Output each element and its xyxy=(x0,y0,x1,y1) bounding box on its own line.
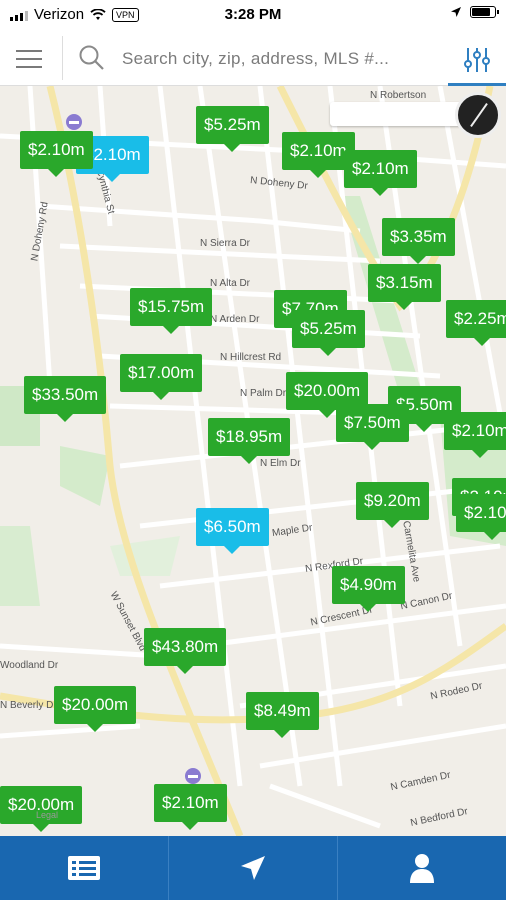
listing-marker[interactable]: $43.80m xyxy=(144,628,227,674)
map-view[interactable]: N Robertson N Doheny Dr N Sierra Dr N Al… xyxy=(0,86,506,836)
hotel-poi-icon: ▬ xyxy=(66,114,82,130)
menu-button[interactable] xyxy=(12,44,46,72)
listing-marker[interactable]: $3.15m xyxy=(368,264,441,310)
filter-sliders-icon xyxy=(464,48,490,72)
listing-marker[interactable]: $6.50m xyxy=(196,508,269,554)
street-label: N Hillcrest Rd xyxy=(220,352,282,363)
listing-marker[interactable]: $2.10m xyxy=(444,412,506,458)
search-header xyxy=(0,30,506,86)
listing-marker[interactable]: $17.00m xyxy=(120,354,203,400)
user-icon xyxy=(410,854,434,883)
listing-marker[interactable]: $2.25m xyxy=(446,300,506,346)
status-right xyxy=(450,6,499,18)
divider xyxy=(62,36,63,80)
search-icon xyxy=(79,45,104,70)
street-label: N Beverly Dr xyxy=(0,700,57,711)
listing-marker[interactable]: $2.10m xyxy=(20,131,93,177)
listing-marker[interactable]: $4.90m xyxy=(332,566,405,612)
street-label: N Palm Dr xyxy=(240,388,287,399)
listing-marker[interactable]: $5.25m xyxy=(292,310,365,356)
listing-marker[interactable]: $5.25m xyxy=(196,106,269,152)
status-bar: Verizon VPN 3:28 PM xyxy=(0,0,506,30)
filter-button[interactable] xyxy=(448,36,506,86)
tab-nearby[interactable] xyxy=(169,836,338,900)
listing-marker[interactable]: $2.10m xyxy=(154,784,227,830)
listing-marker[interactable]: $8.49m xyxy=(246,692,319,738)
listing-marker[interactable]: $9.20m xyxy=(356,482,429,528)
street-label: N Arden Dr xyxy=(210,314,260,325)
map-legal-link[interactable]: Legal xyxy=(36,810,58,820)
battery-icon xyxy=(470,6,499,18)
battery-level xyxy=(472,8,491,16)
listing-marker[interactable]: $15.75m xyxy=(130,288,213,334)
street-label: N Elm Dr xyxy=(260,458,301,469)
bottom-tab-bar xyxy=(0,836,506,900)
hamburger-icon xyxy=(12,50,46,68)
clock: 3:28 PM xyxy=(224,6,282,23)
listing-marker[interactable]: $20.00m xyxy=(54,686,137,732)
list-icon xyxy=(68,856,100,880)
tab-account[interactable] xyxy=(338,836,506,900)
compass-icon[interactable] xyxy=(455,92,501,138)
search-input[interactable] xyxy=(120,44,424,74)
street-label: Woodland Dr xyxy=(0,660,59,671)
listing-marker[interactable]: $7.50m xyxy=(336,404,409,450)
location-services-icon xyxy=(451,7,461,17)
hotel-poi-icon: ▬ xyxy=(185,768,201,784)
listing-marker[interactable]: $18.95m xyxy=(208,418,291,464)
location-arrow-icon xyxy=(241,856,265,880)
street-label: N Alta Dr xyxy=(210,278,251,289)
tab-list[interactable] xyxy=(0,836,169,900)
street-label: N Sierra Dr xyxy=(200,238,251,249)
listing-marker[interactable]: $33.50m xyxy=(24,376,107,422)
street-label: N Robertson xyxy=(370,90,427,101)
listing-marker[interactable]: $2.10m xyxy=(344,150,417,196)
listing-marker[interactable]: $2.10m xyxy=(456,494,506,540)
listing-marker[interactable]: $3.35m xyxy=(382,218,455,264)
